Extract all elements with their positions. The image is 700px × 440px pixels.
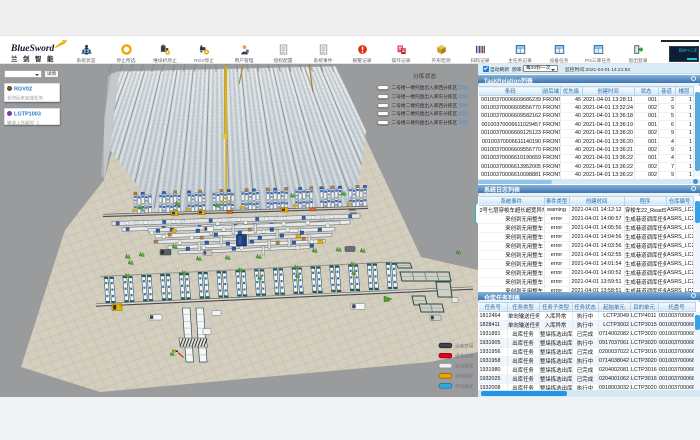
- svg-text:手动模式: 手动模式: [455, 383, 474, 390]
- svg-text:自动模式: 自动模式: [455, 363, 474, 370]
- svg-text:设备禁用: 设备禁用: [455, 342, 474, 349]
- svg-text:设备故障: 设备故障: [455, 353, 474, 360]
- svg-text:自动锁定: 自动锁定: [455, 373, 474, 380]
